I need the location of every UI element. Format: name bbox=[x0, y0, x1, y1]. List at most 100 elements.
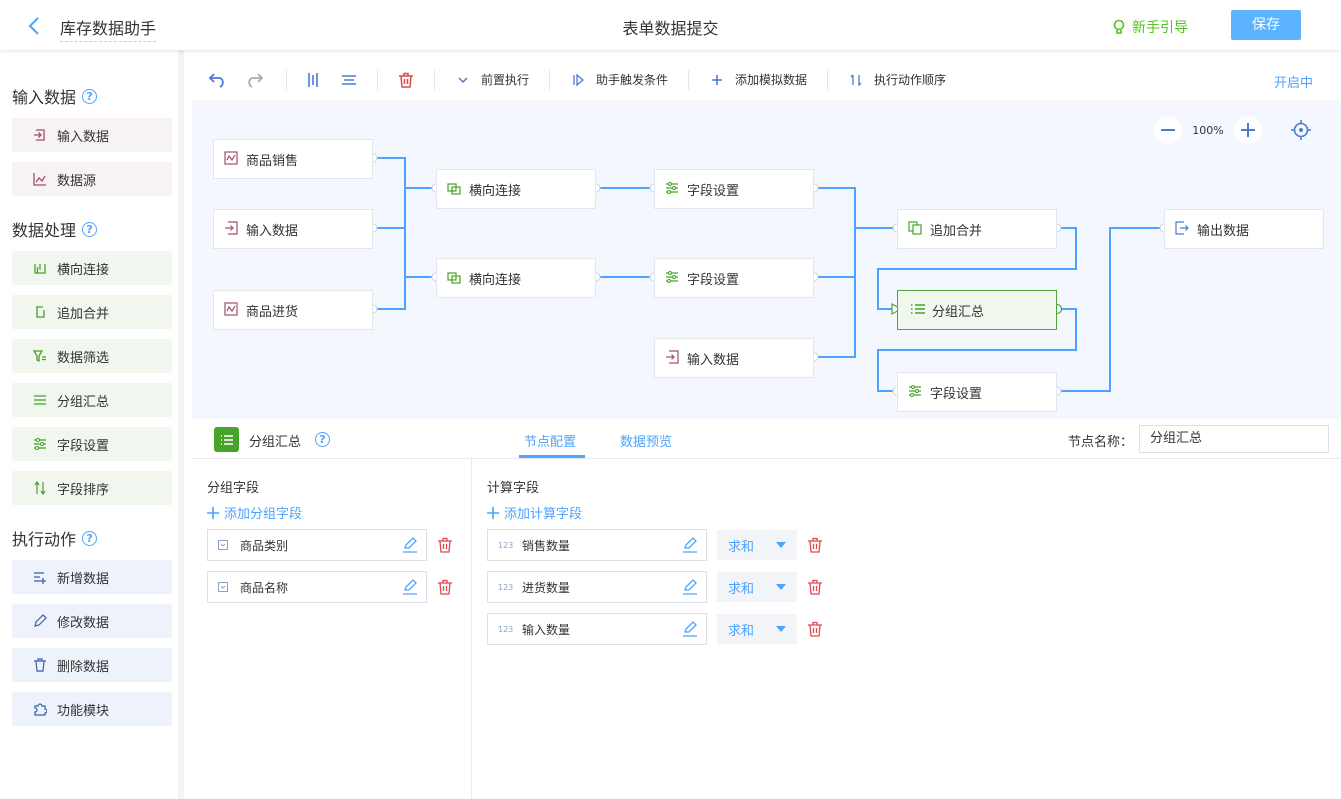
undo-icon[interactable] bbox=[208, 72, 228, 88]
exec-order-button[interactable]: 执行动作顺序 bbox=[850, 58, 946, 102]
sidebar-item-module[interactable]: 功能模块 bbox=[12, 692, 172, 726]
node-sales[interactable]: 商品销售 bbox=[213, 139, 373, 179]
zoom-in-button[interactable] bbox=[1234, 116, 1262, 144]
sidebar-item-label: 数据源 bbox=[57, 173, 97, 189]
locate-icon[interactable] bbox=[1291, 120, 1311, 140]
delete-icon[interactable] bbox=[398, 72, 414, 88]
node-label: 横向连接 bbox=[469, 183, 522, 199]
app-name[interactable]: 库存数据助手 bbox=[60, 15, 157, 42]
panel-header: 分组汇总 ? 节点配置 数据预览 节点名称： 分组汇总 bbox=[192, 419, 1341, 459]
minus-icon bbox=[1161, 129, 1175, 131]
status-toggle[interactable]: 开启中 bbox=[1274, 72, 1313, 91]
sidebar-item-label: 数据筛选 bbox=[57, 350, 110, 366]
tab-data-preview[interactable]: 数据预览 bbox=[620, 431, 672, 450]
group-field-row: 商品类别 bbox=[207, 529, 427, 561]
aggregate-select[interactable]: 求和 bbox=[717, 530, 797, 560]
sort-icon bbox=[32, 480, 48, 496]
sidebar-item-add-data[interactable]: 新增数据 bbox=[12, 560, 172, 594]
guide-link[interactable]: 新手引导 bbox=[1112, 17, 1188, 37]
aggregate-select[interactable]: 求和 bbox=[717, 572, 797, 602]
add-calc-field-button[interactable]: 添加计算字段 bbox=[487, 503, 582, 522]
flow-canvas[interactable]: 商品销售 输入数据 商品进货 横向连接 横向连接 字段设置 字段设置 输入数据 … bbox=[192, 103, 1341, 419]
align-horizontal-icon[interactable] bbox=[341, 72, 357, 88]
pre-exec-label: 前置执行 bbox=[481, 73, 530, 87]
help-icon[interactable]: ? bbox=[82, 530, 98, 546]
edit-icon[interactable] bbox=[682, 621, 698, 637]
aggregate-select[interactable]: 求和 bbox=[717, 614, 797, 644]
help-icon[interactable]: ? bbox=[315, 432, 330, 447]
sidebar-item-filter[interactable]: 数据筛选 bbox=[12, 339, 172, 373]
node-label: 字段设置 bbox=[687, 272, 740, 288]
sliders-icon bbox=[665, 270, 681, 286]
sidebar-item-edit-data[interactable]: 修改数据 bbox=[12, 604, 172, 638]
zoom-controls: 100% bbox=[1154, 116, 1262, 144]
play-icon bbox=[573, 73, 585, 86]
edit-icon[interactable] bbox=[402, 579, 418, 595]
delete-field-icon[interactable] bbox=[807, 621, 823, 637]
sidebar-item-label: 输入数据 bbox=[57, 129, 110, 145]
node-label: 字段设置 bbox=[687, 183, 740, 199]
field-name: 进货数量 bbox=[522, 580, 571, 595]
group-fields-title: 分组字段 bbox=[207, 481, 260, 496]
node-output[interactable]: 输出数据 bbox=[1164, 209, 1324, 249]
back-arrow-icon[interactable] bbox=[26, 15, 44, 37]
sidebar-item-data-source[interactable]: 数据源 bbox=[12, 162, 172, 196]
node-input-2[interactable]: 输入数据 bbox=[654, 338, 814, 378]
zoom-out-button[interactable] bbox=[1154, 116, 1182, 144]
sidebar-item-group[interactable]: 分组汇总 bbox=[12, 383, 172, 417]
delete-field-icon[interactable] bbox=[437, 537, 453, 553]
node-field-settings-1[interactable]: 字段设置 bbox=[654, 169, 814, 209]
node-input-1[interactable]: 输入数据 bbox=[213, 209, 373, 249]
save-button[interactable]: 保存 bbox=[1231, 10, 1301, 40]
node-join-1[interactable]: 横向连接 bbox=[436, 169, 596, 209]
sidebar-item-delete-data[interactable]: 删除数据 bbox=[12, 648, 172, 682]
node-append[interactable]: 追加合并 bbox=[897, 209, 1057, 249]
list-icon bbox=[910, 302, 926, 318]
edit-icon[interactable] bbox=[682, 537, 698, 553]
node-label: 输入数据 bbox=[246, 223, 299, 239]
tab-node-config[interactable]: 节点配置 bbox=[524, 431, 576, 450]
sidebar-item-field-sort[interactable]: 字段排序 bbox=[12, 471, 172, 505]
trigger-button[interactable]: 助手触发条件 bbox=[572, 58, 668, 102]
sidebar-item-join[interactable]: 横向连接 bbox=[12, 251, 172, 285]
zoom-level: 100% bbox=[1192, 123, 1224, 137]
delete-field-icon[interactable] bbox=[807, 579, 823, 595]
edit-icon[interactable] bbox=[682, 579, 698, 595]
node-label: 追加合并 bbox=[930, 223, 983, 239]
help-icon[interactable]: ? bbox=[82, 221, 98, 237]
sidebar-item-label: 分组汇总 bbox=[57, 394, 110, 410]
node-field-settings-3[interactable]: 字段设置 bbox=[897, 372, 1057, 412]
node-join-2[interactable]: 横向连接 bbox=[436, 258, 596, 298]
delete-field-icon[interactable] bbox=[807, 537, 823, 553]
add-group-field-button[interactable]: 添加分组字段 bbox=[207, 503, 302, 522]
node-name-input[interactable]: 分组汇总 bbox=[1139, 425, 1329, 453]
sidebar: 输入数据 ? 输入数据 数据源 数据处理 ? 横向连接 追加合并 数据筛选 分组… bbox=[0, 50, 184, 799]
sidebar-item-field-settings[interactable]: 字段设置 bbox=[12, 427, 172, 461]
node-group-selected[interactable]: 分组汇总 bbox=[897, 290, 1057, 330]
section-title-actions: 执行动作 ? bbox=[12, 526, 98, 550]
align-vertical-icon[interactable] bbox=[305, 72, 321, 88]
group-field-row: 商品名称 bbox=[207, 571, 427, 603]
delete-field-icon[interactable] bbox=[437, 579, 453, 595]
join-icon bbox=[32, 260, 48, 276]
select-field-icon bbox=[218, 540, 228, 550]
sliders-icon bbox=[665, 181, 681, 197]
edit-icon[interactable] bbox=[402, 537, 418, 553]
active-tab-indicator bbox=[519, 455, 585, 458]
add-mock-button[interactable]: 添加模拟数据 bbox=[711, 58, 807, 102]
sidebar-item-append[interactable]: 追加合并 bbox=[12, 295, 172, 329]
toolbar: 前置执行 助手触发条件 添加模拟数据 执行动作顺序 开启中 bbox=[192, 58, 1341, 102]
field-name: 商品类别 bbox=[240, 538, 289, 553]
node-label: 横向连接 bbox=[469, 272, 522, 288]
column-divider bbox=[471, 459, 472, 799]
node-field-settings-2[interactable]: 字段设置 bbox=[654, 258, 814, 298]
help-icon[interactable]: ? bbox=[82, 88, 98, 104]
sidebar-item-label: 追加合并 bbox=[57, 306, 110, 322]
redo-icon[interactable] bbox=[244, 72, 264, 88]
edit-icon bbox=[32, 613, 48, 629]
node-purchase[interactable]: 商品进货 bbox=[213, 290, 373, 330]
number-type-icon: 123 bbox=[498, 624, 514, 634]
input-icon bbox=[224, 221, 240, 237]
sidebar-item-input-data[interactable]: 输入数据 bbox=[12, 118, 172, 152]
pre-exec-button[interactable]: 前置执行 bbox=[457, 58, 529, 102]
